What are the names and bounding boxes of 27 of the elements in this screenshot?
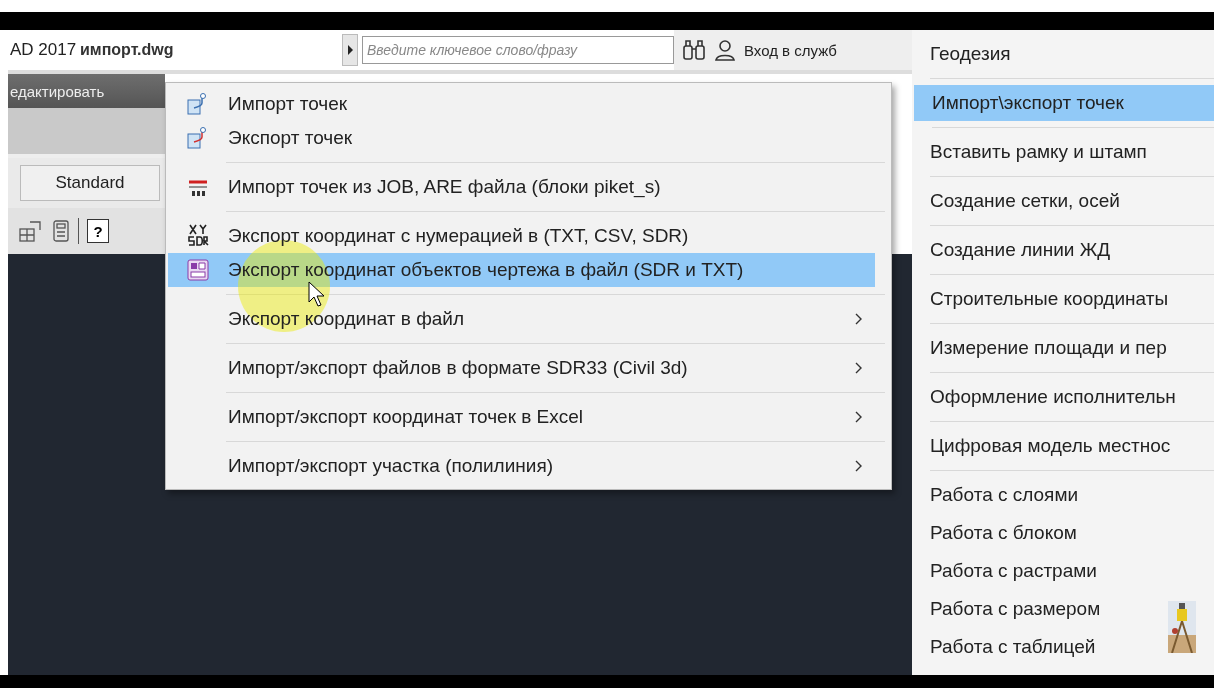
app-title: AD 2017 [10, 40, 78, 60]
xy-sdr-icon [186, 223, 210, 249]
menu-item[interactable]: Работа с слоями [912, 477, 1214, 513]
menu-item[interactable]: Импорт/экспорт участка (полилиния) [168, 449, 889, 483]
menu-item[interactable]: Экспорт координат с нумерацией в (TXT, CSV, SDR) [168, 219, 889, 253]
sdr-file-icon [185, 257, 211, 283]
sign-in-link[interactable]: Вход в служб [744, 41, 837, 59]
help-button[interactable]: ? [87, 219, 109, 243]
chevron-right-icon [855, 411, 863, 423]
cursor-icon [308, 281, 326, 307]
menu-item[interactable]: Работа с таблицей [912, 629, 1214, 665]
chevron-right-icon [855, 313, 863, 325]
file-name: импорт.dwg [80, 41, 175, 59]
binoculars-icon[interactable] [682, 39, 706, 61]
style-dropdown[interactable]: Standard [20, 165, 160, 201]
menu-item[interactable]: Работа с блоком [912, 515, 1214, 551]
chevron-right-icon [855, 362, 863, 374]
user-icon[interactable] [714, 39, 736, 61]
calculator-icon[interactable] [52, 219, 70, 243]
play-icon[interactable] [342, 34, 358, 66]
table-icon[interactable] [18, 219, 44, 243]
ribbon-tab[interactable]: едактировать [8, 74, 165, 108]
menu-item[interactable]: Работа с растрами [912, 553, 1214, 589]
menu-item[interactable]: Работа с размером [912, 591, 1214, 627]
menu-item[interactable]: Импорт точек [168, 87, 889, 121]
search-field[interactable]: Введите ключевое слово/фразу [362, 36, 674, 64]
chevron-right-icon [855, 460, 863, 472]
